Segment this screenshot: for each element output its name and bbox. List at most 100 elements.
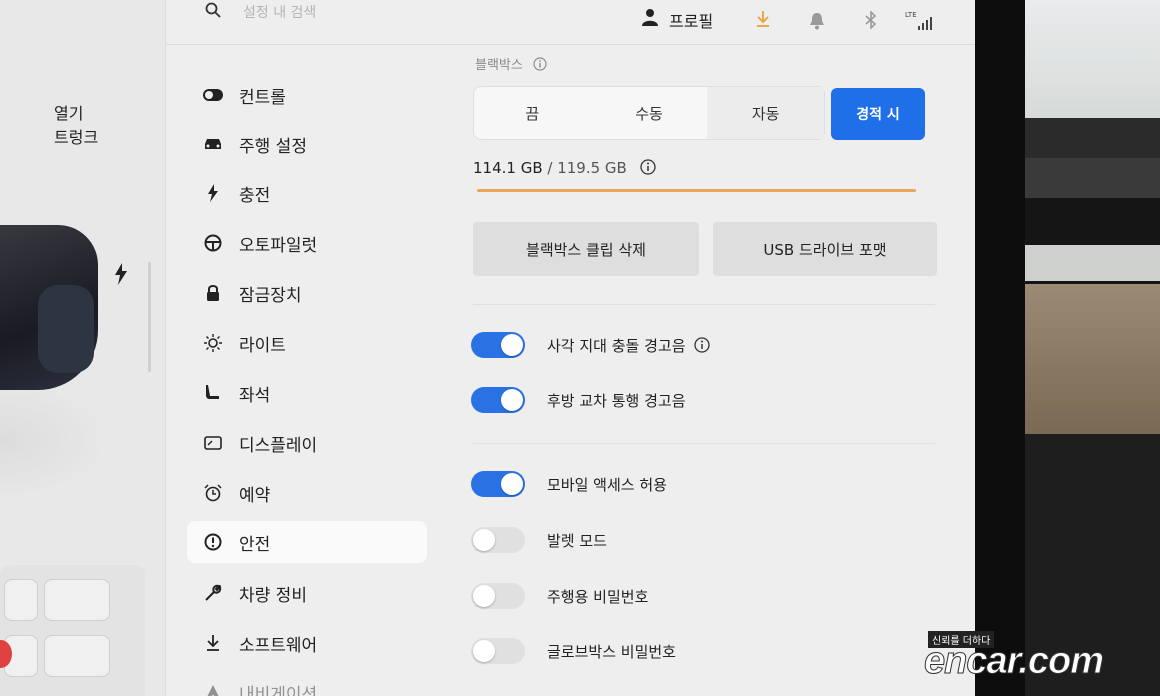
profile-icon[interactable] <box>641 8 659 30</box>
dash-trim <box>1025 245 1160 281</box>
download-icon <box>203 633 223 653</box>
settings-menu: 컨트롤 주행 설정 충전 오토파일럿 잠금장치 라이트 좌석 디스플레이 예약 … <box>165 44 445 696</box>
toggle-label: 주행용 비밀번호 <box>547 587 649 606</box>
menu-item-display[interactable]: 디스플레이 <box>187 422 427 464</box>
top-bar: 설정 내 검색 프로필 LTE <box>165 0 975 44</box>
blind-spot-chime-toggle[interactable] <box>471 332 525 358</box>
bolt-icon <box>203 183 223 203</box>
toggle-label: 사각 지대 충돌 경고음 <box>547 336 686 355</box>
menu-item-schedule[interactable]: 예약 <box>187 472 427 514</box>
dashcam-option-manual[interactable]: 수동 <box>591 87 708 139</box>
dashcam-mode-selector: 끔 수동 자동 <box>473 86 825 140</box>
toggle-label: 모바일 액세스 허용 <box>547 475 667 494</box>
seat-map[interactable] <box>0 565 145 696</box>
window-glass <box>1025 0 1160 118</box>
pin-to-drive-row: 주행용 비밀번호 <box>471 581 648 611</box>
menu-item-navigation[interactable]: 내비게이션 <box>187 671 427 696</box>
menu-item-label: 컨트롤 <box>239 87 286 108</box>
dash-trim <box>1025 158 1160 198</box>
steering-wheel-icon <box>203 233 223 253</box>
menu-item-label: 오토파일럿 <box>239 235 318 256</box>
valet-mode-toggle[interactable] <box>471 527 525 553</box>
menu-item-lights[interactable]: 라이트 <box>187 322 427 364</box>
watermark-logo: encar.com <box>924 640 1105 683</box>
menu-item-charging[interactable]: 충전 <box>187 172 427 214</box>
menu-item-controls[interactable]: 컨트롤 <box>187 74 427 116</box>
storage-usage: 114.1 GB / 119.5 GB <box>473 159 656 177</box>
storage-separator: / <box>542 159 558 177</box>
pin-to-drive-toggle[interactable] <box>471 583 525 609</box>
profile-button[interactable]: 프로필 <box>669 8 713 32</box>
info-icon[interactable] <box>639 159 656 175</box>
storage-total: 119.5 GB <box>557 159 627 177</box>
menu-item-autopilot[interactable]: 오토파일럿 <box>187 222 427 264</box>
format-usb-button[interactable]: USB 드라이브 포맷 <box>713 222 937 276</box>
seat-front-left[interactable] <box>4 579 38 621</box>
bluetooth-icon[interactable] <box>865 10 877 33</box>
lock-icon <box>203 283 223 303</box>
charge-port-icon[interactable] <box>114 263 128 289</box>
toggle-label: 글로브박스 비밀번호 <box>547 642 676 661</box>
navigation-icon <box>203 682 223 696</box>
section-divider <box>473 443 935 444</box>
menu-item-driving[interactable]: 주행 설정 <box>187 123 427 165</box>
mobile-access-toggle[interactable] <box>471 471 525 497</box>
mobile-access-row: 모바일 액세스 허용 <box>471 469 667 499</box>
dashcam-option-off[interactable]: 끔 <box>474 87 591 139</box>
menu-item-seats[interactable]: 좌석 <box>187 372 427 414</box>
rear-cross-traffic-chime-row: 후방 교차 통행 경고음 <box>471 385 686 415</box>
menu-item-label: 안전 <box>239 534 271 555</box>
dashcam-title-text: 블랙박스 <box>475 58 523 73</box>
section-divider <box>473 304 935 305</box>
alert-circle-icon <box>203 532 223 552</box>
toggle-label: 후방 교차 통행 경고음 <box>547 391 686 410</box>
seat-icon <box>203 383 223 403</box>
menu-item-label: 내비게이션 <box>239 684 318 696</box>
save-on-honk-button[interactable]: 경적 시 <box>831 88 925 140</box>
menu-item-label: 라이트 <box>239 335 286 356</box>
dashcam-section-title: 블랙박스 <box>475 54 547 73</box>
menu-item-label: 잠금장치 <box>239 285 302 306</box>
network-type-label: LTE <box>905 11 917 19</box>
car-wheel <box>38 285 94 373</box>
download-icon[interactable] <box>755 10 771 32</box>
dash-trim <box>1025 118 1160 158</box>
alarm-clock-icon <box>203 483 223 503</box>
delete-dashcam-clips-button[interactable]: 블랙박스 클립 삭제 <box>473 222 699 276</box>
bell-icon[interactable] <box>809 12 825 34</box>
settings-search-input[interactable]: 설정 내 검색 <box>243 2 316 22</box>
menu-item-locks[interactable]: 잠금장치 <box>187 272 427 314</box>
menu-item-label: 충전 <box>239 185 271 206</box>
storage-used: 114.1 GB <box>473 159 543 177</box>
glovebox-pin-row: 글로브박스 비밀번호 <box>471 636 676 666</box>
menu-item-label: 소프트웨어 <box>239 635 318 656</box>
seat-rear-right[interactable] <box>44 635 110 677</box>
trunk-button[interactable]: 트렁크 <box>54 124 98 148</box>
car-view-scrollbar[interactable] <box>148 262 151 372</box>
touchscreen: 열기 트렁크 설정 내 검색 프로필 LTE 컨트롤 주행 설정 충전 오토파일… <box>0 0 975 696</box>
menu-item-service[interactable]: 차량 정비 <box>187 572 427 614</box>
car-shadow <box>0 380 110 500</box>
menu-item-software[interactable]: 소프트웨어 <box>187 622 427 664</box>
menu-item-label: 차량 정비 <box>239 585 307 606</box>
seat-front-right[interactable] <box>44 579 110 621</box>
wood-panel <box>1025 284 1160 434</box>
search-icon[interactable] <box>205 2 221 22</box>
storage-progress-bar <box>477 189 916 192</box>
menu-item-label: 주행 설정 <box>239 136 307 157</box>
rear-cross-traffic-chime-toggle[interactable] <box>471 387 525 413</box>
safety-settings-panel: 블랙박스 끔 수동 자동 경적 시 114.1 GB / 119.5 GB 블랙… <box>445 44 975 696</box>
valet-mode-row: 발렛 모드 <box>471 525 607 555</box>
open-label: 열기 <box>54 104 84 123</box>
info-icon[interactable] <box>693 337 710 353</box>
menu-item-label: 좌석 <box>239 385 271 406</box>
signal-strength-icon: LTE <box>905 10 935 36</box>
toggle-label: 발렛 모드 <box>547 531 607 550</box>
blind-spot-chime-row: 사각 지대 충돌 경고음 <box>471 330 710 360</box>
menu-item-safety[interactable]: 안전 <box>187 521 427 563</box>
car-view-pane: 열기 트렁크 <box>0 0 165 696</box>
screen-bezel <box>975 0 1025 696</box>
glovebox-pin-toggle[interactable] <box>471 638 525 664</box>
dashcam-option-auto[interactable]: 자동 <box>707 87 825 139</box>
info-icon[interactable] <box>533 57 547 71</box>
